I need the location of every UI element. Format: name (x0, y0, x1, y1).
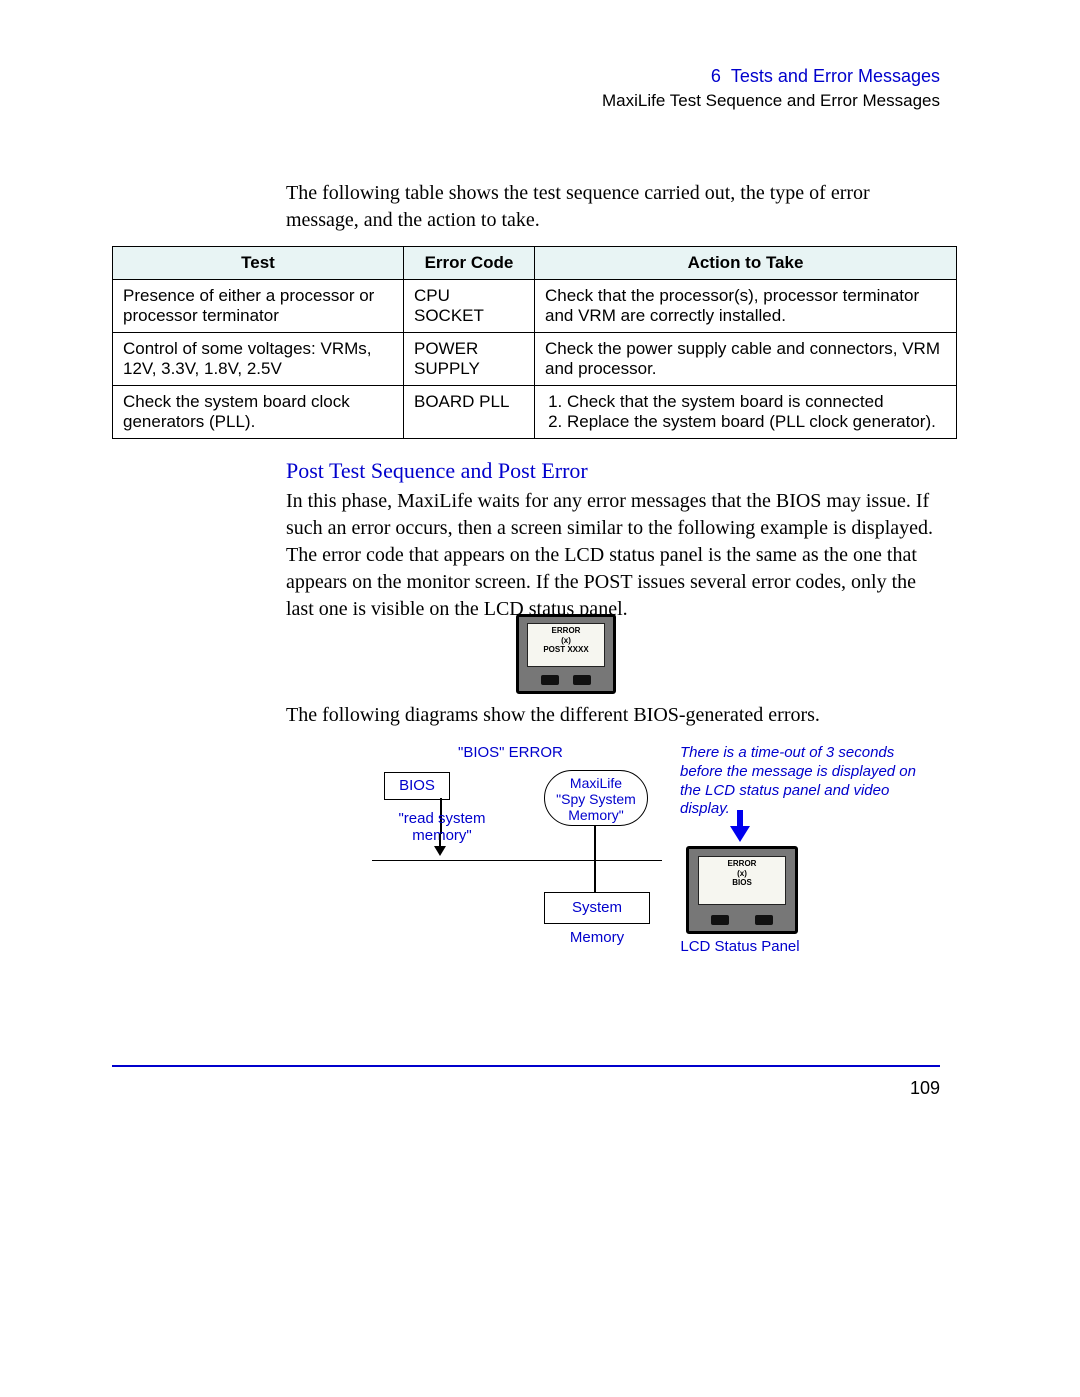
table-header-row: Test Error Code Action to Take (113, 247, 957, 280)
bus-line (372, 860, 662, 861)
cell-action: Check that the system board is connected… (535, 386, 957, 439)
col-test: Test (113, 247, 404, 280)
lcd-caption: LCD Status Panel (680, 938, 800, 955)
lcd-line: BIOS (699, 878, 785, 888)
col-error: Error Code (404, 247, 535, 280)
maxilife-line: "Spy System (545, 791, 647, 807)
intro-paragraph: The following table shows the test seque… (286, 180, 946, 234)
maxilife-line: Memory" (545, 807, 647, 823)
diagram-title: "BIOS" ERROR (458, 744, 563, 761)
arrow-down-icon (434, 834, 446, 858)
maxilife-bubble: MaxiLife "Spy System Memory" (544, 770, 648, 826)
system-memory-box: System Memory (544, 892, 650, 924)
lcd-line: ERROR (528, 626, 604, 636)
running-header: 6 Tests and Error Messages MaxiLife Test… (602, 66, 940, 111)
cell-action: Check that the processor(s), processor t… (535, 280, 957, 333)
cell-test: Control of some voltages: VRMs, 12V, 3.3… (113, 333, 404, 386)
lcd-button-icon (755, 915, 773, 925)
maxilife-line: MaxiLife (545, 775, 647, 791)
arrow-down-icon (730, 810, 750, 844)
cell-code: CPU SOCKET (404, 280, 535, 333)
lcd-line: ERROR (699, 859, 785, 869)
lcd-line: (x) (699, 869, 785, 879)
lcd-status-panel: ERROR (x) BIOS (686, 846, 798, 934)
lcd-line: (x) (528, 636, 604, 646)
connector-line (594, 826, 596, 898)
lcd-button-icon (711, 915, 729, 925)
subsection-title: Post Test Sequence and Post Error (286, 458, 588, 484)
table-row: Control of some voltages: VRMs, 12V, 3.3… (113, 333, 957, 386)
lcd-button-icon (573, 675, 591, 685)
table-row: Presence of either a processor or proces… (113, 280, 957, 333)
cell-code: POWER SUPPLY (404, 333, 535, 386)
action-step: Replace the system board (PLL clock gene… (567, 412, 946, 432)
cell-action: Check the power supply cable and connect… (535, 333, 957, 386)
cell-code: BOARD PLL (404, 386, 535, 439)
chapter-title: Tests and Error Messages (731, 66, 940, 86)
lcd-line: POST XXXX (528, 645, 604, 655)
page: 6 Tests and Error Messages MaxiLife Test… (0, 0, 1080, 1397)
chapter-number: 6 (711, 66, 721, 86)
bios-box: BIOS (384, 772, 450, 800)
lcd-panel-example: ERROR (x) POST XXXX (516, 614, 616, 694)
tests-table: Test Error Code Action to Take Presence … (112, 246, 957, 439)
col-action: Action to Take (535, 247, 957, 280)
lcd-button-icon (541, 675, 559, 685)
cell-test: Presence of either a processor or proces… (113, 280, 404, 333)
timeout-note: There is a time-out of 3 seconds before … (680, 744, 940, 819)
lcd-screen: ERROR (x) POST XXXX (527, 623, 605, 667)
cell-test: Check the system board clock generators … (113, 386, 404, 439)
chapter-label: 6 Tests and Error Messages (602, 66, 940, 87)
page-number: 109 (910, 1078, 940, 1099)
lcd-screen: ERROR (x) BIOS (698, 856, 786, 905)
section-name: MaxiLife Test Sequence and Error Message… (602, 91, 940, 111)
footer-rule (112, 1065, 940, 1067)
subsection-body: In this phase, MaxiLife waits for any er… (286, 488, 946, 623)
table-row: Check the system board clock generators … (113, 386, 957, 439)
diagrams-intro: The following diagrams show the differen… (286, 704, 946, 727)
action-step: Check that the system board is connected (567, 392, 946, 412)
